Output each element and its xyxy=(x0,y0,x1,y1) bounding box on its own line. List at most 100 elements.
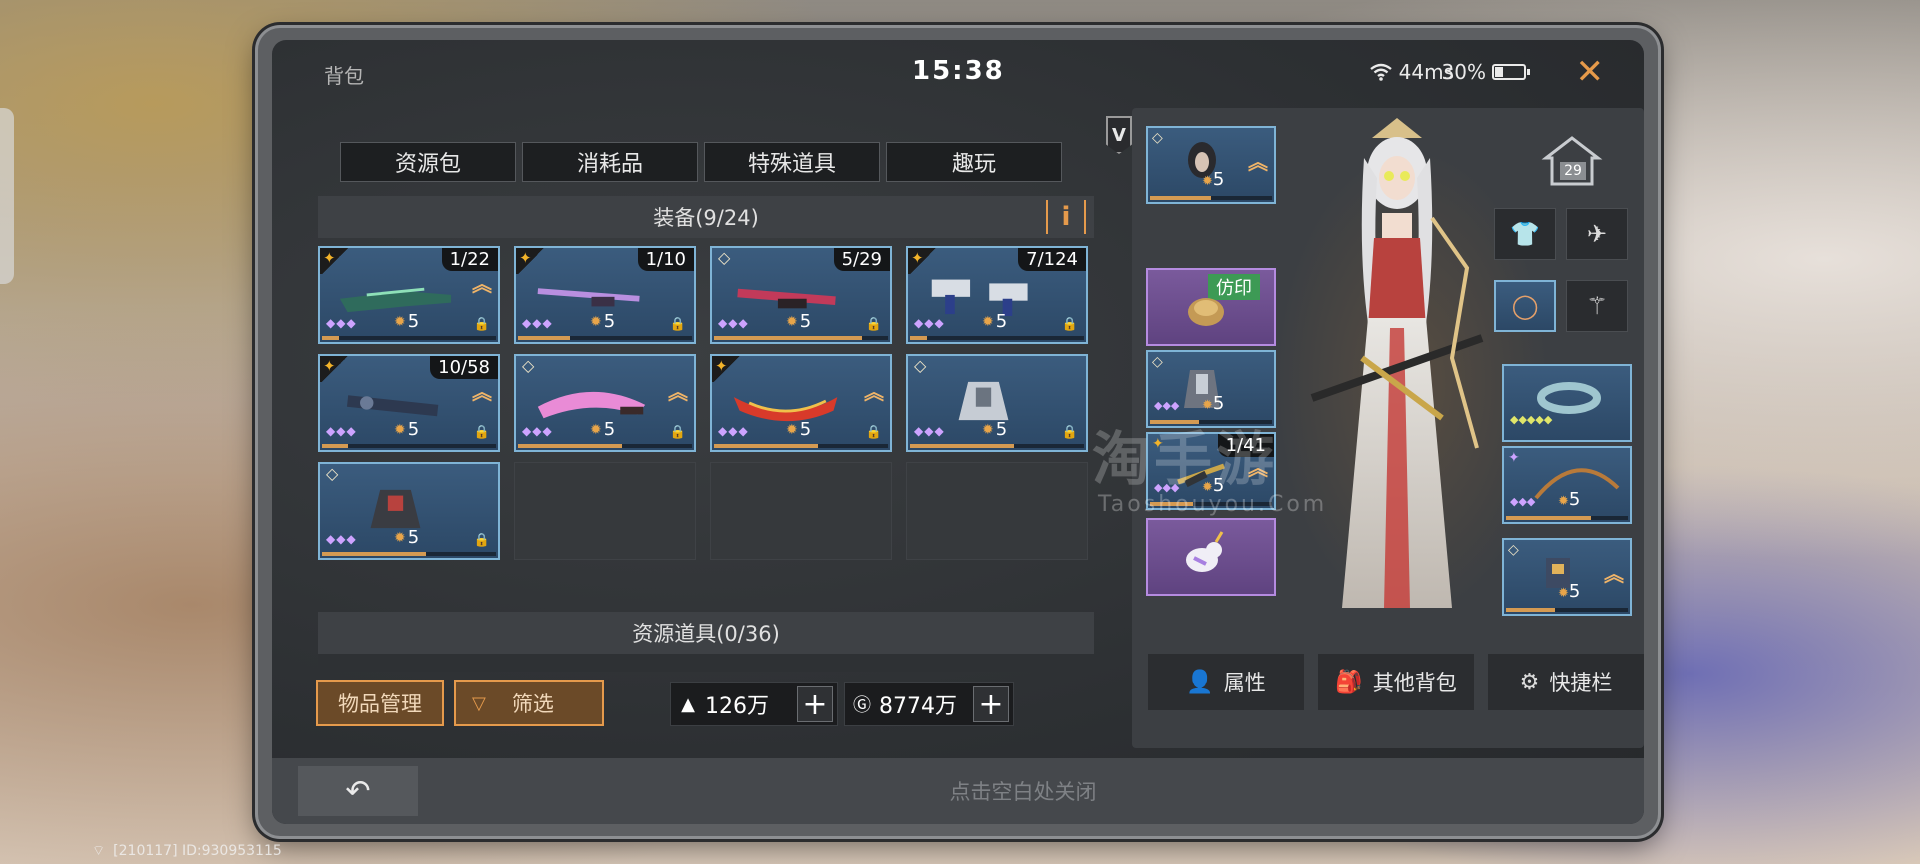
shirt-icon: 👕 xyxy=(1510,220,1540,248)
equipment-item[interactable]: ◆◆◆ ✹5 🔒 xyxy=(318,462,500,560)
equipment-item[interactable]: 1/22︽ ◆◆◆ ✹5 🔒 xyxy=(318,246,500,344)
item-quantity: 1/10 xyxy=(637,248,694,271)
gem-rarity-icon: ◇ xyxy=(1508,542,1519,558)
equip-slot-head[interactable]: ◇ ✹5 ︽ xyxy=(1146,126,1276,204)
system-id-overlay: ⌔ [210117] ID:930953115 xyxy=(92,842,282,860)
equip-slot-pet[interactable] xyxy=(1146,518,1276,596)
inventory-actions: 物品管理 ▽ 筛选 xyxy=(316,680,604,726)
tab-resource-pack[interactable]: 资源包 xyxy=(340,142,516,182)
upgrade-arrow-icon: ︽ xyxy=(1604,562,1624,586)
item-quantity: 1/22 xyxy=(441,248,498,271)
tab-fun[interactable]: 趣玩 xyxy=(886,142,1062,182)
equip-slot-imprint[interactable]: 仿印 xyxy=(1146,268,1276,346)
equipment-section-title: 装备(9/24) xyxy=(653,206,759,230)
lock-icon: 🔒 xyxy=(865,317,882,332)
resource-section-header: 资源道具(0/36) xyxy=(318,612,1094,654)
item-progress xyxy=(322,444,496,448)
item-manage-button[interactable]: 物品管理 xyxy=(316,680,444,726)
drone-slot[interactable]: ✈ xyxy=(1566,208,1628,260)
backpack-title: 背包 xyxy=(324,64,364,88)
slot-level: ✹5 xyxy=(1558,581,1581,602)
empty-slot xyxy=(514,462,696,560)
other-bags-label: 其他背包 xyxy=(1372,671,1457,695)
item-progress xyxy=(322,552,496,556)
item-art xyxy=(537,391,646,419)
info-button[interactable]: i xyxy=(1046,200,1086,234)
equipment-item[interactable]: 5/29 ◆◆◆ ✹5 🔒 xyxy=(710,246,892,344)
equipment-item[interactable]: 7/124 ◆◆◆ ✹5 🔒 xyxy=(906,246,1088,344)
phone-side-edge xyxy=(0,108,14,284)
watermark-url: Taoshouyou.Com xyxy=(1098,492,1328,517)
upgrade-arrow-icon: ︽ xyxy=(668,380,688,404)
equipment-item[interactable]: 10/58︽ ◆◆◆ ✹5 🔒 xyxy=(318,354,500,452)
upgrade-arrow-icon: ︽ xyxy=(472,380,492,404)
home-icon[interactable]: 29 xyxy=(1540,134,1604,188)
battery-icon xyxy=(1492,64,1530,80)
item-quantity: 5/29 xyxy=(833,248,890,271)
footer-bar: ↶ 点击空白处关闭 xyxy=(272,758,1644,824)
item-level: ✹ 5 xyxy=(394,527,420,548)
watermark: 淘手游 xyxy=(1092,425,1279,493)
wifi-small-icon: ⌔ xyxy=(92,843,106,859)
gold-currency: ▲ 126万 + xyxy=(670,682,838,726)
add-coin-button[interactable]: + xyxy=(973,686,1009,722)
bag-art xyxy=(1188,298,1224,326)
battery-percent: 30% xyxy=(1441,60,1486,84)
gold-bar-icon: ▲ xyxy=(681,693,695,715)
lock-icon: 🔒 xyxy=(865,425,882,440)
turret-slot[interactable]: ⚚ xyxy=(1566,280,1628,332)
equip-slot-mech[interactable]: ◇ ✹5 ︽ xyxy=(1502,538,1632,616)
item-level: ✹ 5 xyxy=(590,311,616,332)
other-bags-button[interactable]: 🎒 其他背包 xyxy=(1318,654,1474,710)
backpack-screen: 背包 15:38 44ms 30% ✕ 资源包 消耗品 特殊道具 趣玩 V 装备… xyxy=(272,40,1644,824)
upgrade-arrow-icon: ︽ xyxy=(1248,150,1268,174)
attributes-label: 属性 xyxy=(1223,671,1266,695)
coin-value: 8774万 xyxy=(879,694,957,719)
star-dots: ◆◆◆ xyxy=(326,532,357,546)
close-button[interactable]: ✕ xyxy=(1576,52,1605,92)
item-art xyxy=(339,287,452,313)
equipment-grid: 1/22︽◆◆◆✹5🔒1/10◆◆◆✹5🔒5/29◆◆◆✹5🔒7/124◆◆◆✹… xyxy=(318,246,1108,560)
lock-icon: 🔒 xyxy=(1061,317,1078,332)
equip-slot-bow[interactable]: ✦ ◆◆◆ ✹5 xyxy=(1502,446,1632,524)
star-dots: ◆◆◆ xyxy=(326,316,357,330)
coin-icon: Ⓖ xyxy=(853,695,871,716)
item-level: ✹ 5 xyxy=(590,419,616,440)
item-progress xyxy=(518,444,692,448)
equipment-item[interactable]: ︽ ◆◆◆ ✹5 🔒 xyxy=(514,354,696,452)
item-quantity: 7/124 xyxy=(1018,248,1086,271)
upgrade-arrow-icon: ︽ xyxy=(472,272,492,296)
attributes-button[interactable]: 👤 属性 xyxy=(1148,654,1304,710)
shortcut-bar-button[interactable]: ⚙ 快捷栏 xyxy=(1488,654,1644,710)
star-dots: ◆◆◆ xyxy=(522,424,553,438)
item-level: ✹ 5 xyxy=(786,419,812,440)
equip-slot-ring[interactable]: ◆◆◆◆◆ xyxy=(1502,364,1632,442)
tab-consumables[interactable]: 消耗品 xyxy=(522,142,698,182)
item-level: ✹ 5 xyxy=(982,419,1008,440)
home-level: 29 xyxy=(1560,162,1586,180)
item-level: ✹ 5 xyxy=(394,311,420,332)
coin-currency: Ⓖ 8774万 + xyxy=(844,682,1014,726)
filter-button[interactable]: ▽ 筛选 xyxy=(454,680,604,726)
add-gold-button[interactable]: + xyxy=(797,686,833,722)
purple-rarity-icon: ✦ xyxy=(1508,450,1520,466)
star-dots: ◆◆◆◆◆ xyxy=(1510,413,1553,426)
item-art xyxy=(537,288,640,307)
game-window-frame: 背包 15:38 44ms 30% ✕ 资源包 消耗品 特殊道具 趣玩 V 装备… xyxy=(258,28,1658,836)
person-icon: 👤 xyxy=(1186,669,1214,695)
tab-special-items[interactable]: 特殊道具 xyxy=(704,142,880,182)
equipment-item[interactable]: ︽ ◆◆◆ ✹5 🔒 xyxy=(710,354,892,452)
vip-badge[interactable]: V xyxy=(1106,116,1132,154)
star-dots: ◆◆◆ xyxy=(914,424,945,438)
equipment-item[interactable]: ◆◆◆ ✹5 🔒 xyxy=(906,354,1088,452)
gold-value: 126万 xyxy=(705,694,769,719)
item-art xyxy=(931,279,1028,316)
item-art xyxy=(958,381,1009,421)
bracelet-slot[interactable]: ◯ xyxy=(1494,280,1556,332)
character-actions: 👤 属性 🎒 其他背包 ⚙ 快捷栏 xyxy=(1148,654,1644,710)
item-progress xyxy=(322,336,496,340)
outfit-slot[interactable]: 👕 xyxy=(1494,208,1556,260)
lock-icon: 🔒 xyxy=(473,425,490,440)
close-hint[interactable]: 点击空白处关闭 xyxy=(272,776,1644,806)
equipment-item[interactable]: 1/10 ◆◆◆ ✹5 🔒 xyxy=(514,246,696,344)
